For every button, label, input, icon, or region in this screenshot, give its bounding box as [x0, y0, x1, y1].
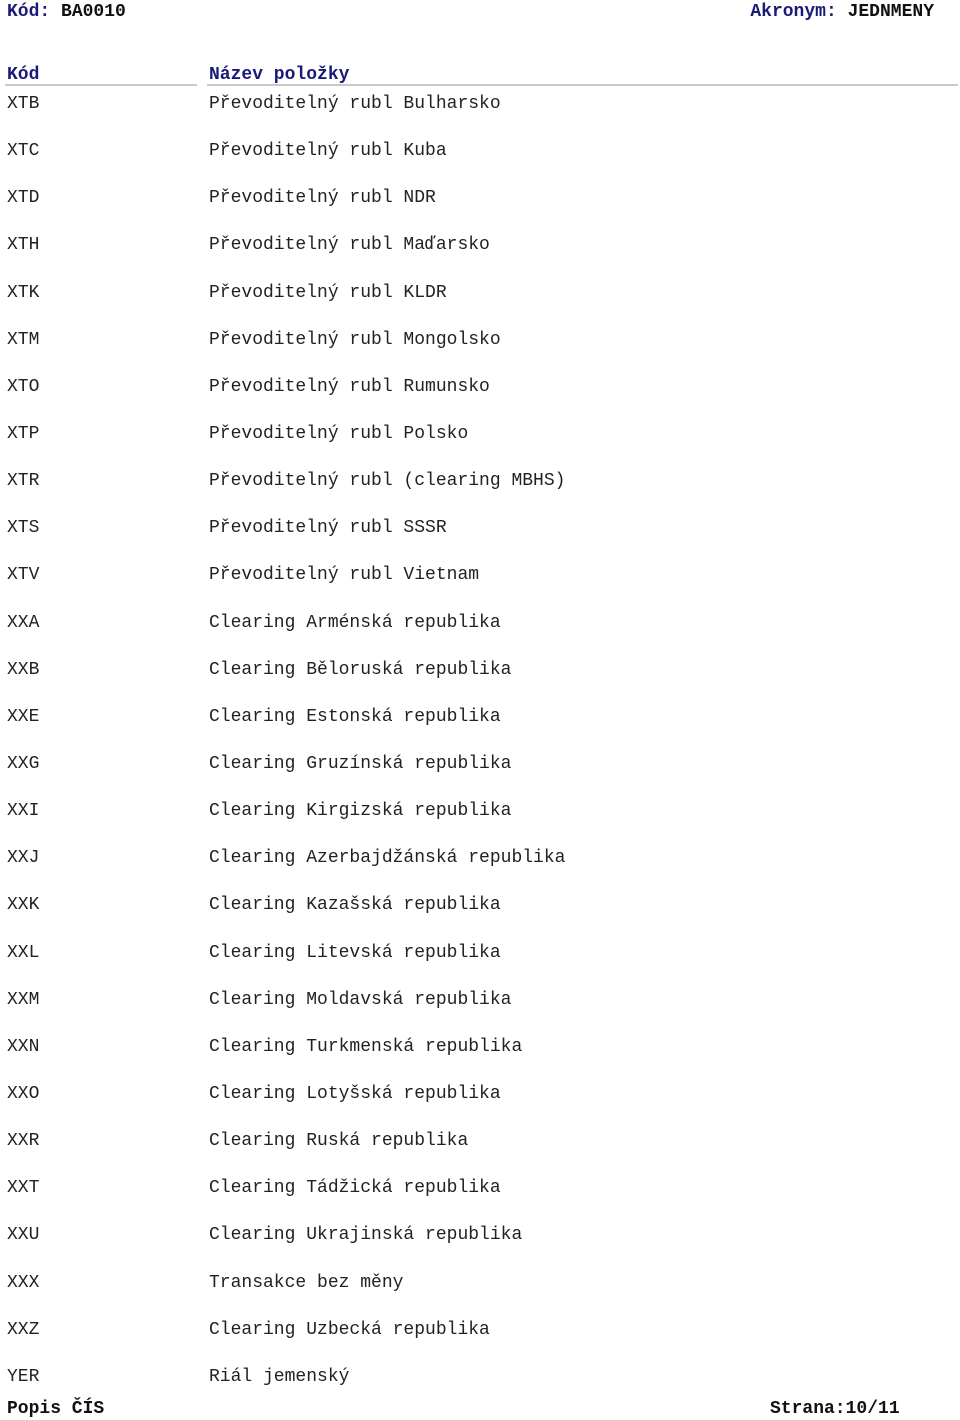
currency-name: Clearing Turkmenská republika [209, 1036, 523, 1057]
currency-code: XXX [7, 1272, 40, 1293]
document-code: Kód: BA0010 [7, 1, 126, 23]
currency-code: XXI [7, 801, 40, 822]
currency-code: XTC [7, 141, 40, 162]
code-value: BA0010 [61, 2, 126, 22]
currency-name: Clearing Běloruská republika [209, 659, 512, 680]
table-row: XXK Clearing Kazašská republika [0, 894, 960, 941]
currency-code: XXE [7, 706, 40, 727]
table-row: XTO Převoditelný rubl Rumunsko [0, 376, 960, 423]
currency-name: Převoditelný rubl Rumunsko [209, 376, 490, 397]
currency-code: XTS [7, 518, 40, 539]
table-row: XTV Převoditelný rubl Vietnam [0, 564, 960, 611]
currency-name: Převoditelný rubl SSSR [209, 518, 447, 539]
currency-name: Převoditelný rubl (clearing MBHS) [209, 471, 566, 492]
currency-code: XXG [7, 753, 40, 774]
currency-name: Clearing Uzbecká republika [209, 1319, 490, 1340]
table-row: XXJ Clearing Azerbajdžánská republika [0, 847, 960, 894]
currency-name: Clearing Kazašská republika [209, 895, 501, 916]
currency-name: Převoditelný rubl Mongolsko [209, 329, 501, 350]
currency-code: XTH [7, 235, 40, 256]
currency-name: Clearing Ruská republika [209, 1131, 469, 1152]
column-header-name: Název položky [209, 65, 350, 85]
table-row: XTK Převoditelný rubl KLDR [0, 282, 960, 329]
table-row: XTH Převoditelný rubl Maďarsko [0, 234, 960, 281]
table-row: XTP Převoditelný rubl Polsko [0, 423, 960, 470]
header-divider [207, 84, 958, 86]
currency-code: XTV [7, 565, 40, 586]
currency-name: Převoditelný rubl KLDR [209, 282, 447, 303]
currency-name: Clearing Azerbajdžánská republika [209, 848, 566, 869]
currency-name: Clearing Gruzínská republika [209, 753, 512, 774]
table-row: XXE Clearing Estonská republika [0, 706, 960, 753]
table-row: XXZ Clearing Uzbecká republika [0, 1319, 960, 1366]
currency-code: XXN [7, 1036, 40, 1057]
table-row: XXM Clearing Moldavská republika [0, 989, 960, 1036]
code-table: XTB Převoditelný rubl Bulharsko XTC Převodi… [0, 93, 960, 1413]
currency-name: Transakce bez měny [209, 1272, 404, 1293]
currency-name: Převoditelný rubl NDR [209, 188, 436, 209]
currency-name: Převoditelný rubl Kuba [209, 141, 447, 162]
table-row: XXL Clearing Litevská republika [0, 942, 960, 989]
header-divider [5, 84, 197, 86]
document-acronym: Akronym: JEDNMENY [750, 1, 934, 23]
table-row: XXO Clearing Lotyšská republika [0, 1083, 960, 1130]
table-row: XTR Převoditelný rubl (clearing MBHS) [0, 470, 960, 517]
currency-code: XXO [7, 1083, 40, 1104]
currency-code: XXT [7, 1178, 40, 1199]
currency-code: XXB [7, 659, 40, 680]
currency-name: Clearing Ukrajinská republika [209, 1225, 523, 1246]
currency-name: Převoditelný rubl Vietnam [209, 565, 480, 586]
currency-name: Clearing Arménská republika [209, 612, 501, 633]
currency-code: XTB [7, 94, 40, 114]
acronym-label: Akronym: [750, 2, 837, 22]
table-row: XTD Převoditelný rubl NDR [0, 187, 960, 234]
currency-code: XXU [7, 1225, 40, 1246]
currency-code: XTK [7, 282, 40, 303]
currency-code: XXR [7, 1131, 40, 1152]
currency-name: Převoditelný rubl Bulharsko [209, 94, 501, 114]
currency-name: Clearing Estonská republika [209, 706, 501, 727]
currency-name: Převoditelný rubl Maďarsko [209, 235, 490, 256]
table-row: XXT Clearing Tádžická republika [0, 1177, 960, 1224]
currency-code: XXK [7, 895, 40, 916]
acronym-value: JEDNMENY [847, 2, 934, 22]
table-row: XXA Clearing Arménská republika [0, 612, 960, 659]
currency-name: Clearing Kirgizská republika [209, 801, 512, 822]
table-row: XTS Převoditelný rubl SSSR [0, 517, 960, 564]
table-row: XXB Clearing Běloruská republika [0, 659, 960, 706]
currency-code: XXA [7, 612, 40, 633]
table-row: XXI Clearing Kirgizská republika [0, 800, 960, 847]
code-label: Kód: [7, 2, 51, 22]
page-number: Strana:10/11 [770, 1399, 900, 1419]
currency-code: XXM [7, 989, 40, 1010]
table-row: XXG Clearing Gruzínská republika [0, 753, 960, 800]
footer-title: Popis ČÍS [7, 1399, 105, 1419]
currency-name: Převoditelný rubl Polsko [209, 423, 469, 444]
table-row: XXN Clearing Turkmenská republika [0, 1036, 960, 1083]
currency-code: XTR [7, 471, 40, 492]
currency-code: XTO [7, 376, 40, 397]
table-row: XXR Clearing Ruská republika [0, 1130, 960, 1177]
currency-name: Clearing Lotyšská republika [209, 1083, 501, 1104]
currency-code: XTP [7, 423, 40, 444]
currency-code: XXJ [7, 848, 40, 869]
currency-name: Clearing Litevská republika [209, 942, 501, 963]
table-row: XTC Převoditelný rubl Kuba [0, 140, 960, 187]
currency-code: YER [7, 1366, 40, 1387]
currency-code: XTD [7, 188, 40, 209]
currency-code: XXZ [7, 1319, 40, 1340]
currency-name: Clearing Tádžická republika [209, 1178, 501, 1199]
currency-name: Clearing Moldavská republika [209, 989, 512, 1010]
currency-code: XTM [7, 329, 40, 350]
table-row: XTB Převoditelný rubl Bulharsko [0, 93, 960, 140]
currency-name: Riál jemenský [209, 1366, 350, 1387]
table-row: XTM Převoditelný rubl Mongolsko [0, 329, 960, 376]
column-header-code: Kód [7, 65, 40, 85]
table-row: XXX Transakce bez měny [0, 1272, 960, 1319]
table-row: XXU Clearing Ukrajinská republika [0, 1224, 960, 1271]
currency-code: XXL [7, 942, 40, 963]
